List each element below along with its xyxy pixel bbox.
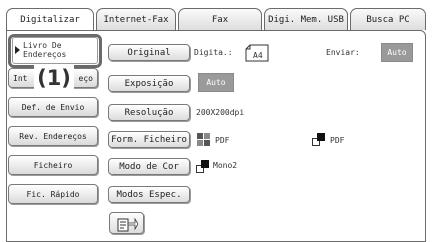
play-icon [15, 46, 20, 54]
tab-fax[interactable]: Fax [178, 8, 262, 30]
exposicao-value: Auto [198, 73, 234, 92]
enviar-label: Enviar: [326, 48, 360, 57]
tab-internet-fax[interactable]: Internet-Fax [96, 8, 176, 30]
mono-color-mode-icon [196, 160, 209, 173]
callout-label: (1) [37, 66, 71, 90]
address-book-label-line1: Livro De [23, 41, 62, 50]
color-grid-icon [197, 133, 210, 146]
modo-cor-button[interactable]: Modo de Cor [108, 158, 190, 175]
sidebar-item-rev-enderecos[interactable]: Rev. Endereços [8, 126, 98, 146]
enviar-value: Auto [381, 43, 413, 62]
tab-busca-pc[interactable]: Busca PC [350, 8, 426, 30]
sidebar-item-int-left: Int [13, 73, 28, 83]
modos-espec-button[interactable]: Modos Espec. [108, 186, 190, 203]
document-send-icon [117, 217, 138, 232]
exposicao-button[interactable]: Exposição [108, 75, 190, 92]
form-ficheiro-button[interactable]: Form. Ficheiro [108, 131, 190, 148]
mono-icon [312, 133, 325, 146]
resolucao-button[interactable]: Resolução [108, 104, 190, 121]
resolucao-value: 200X200dpi [196, 108, 245, 117]
address-book-button[interactable]: Livro De Endereços [12, 37, 98, 64]
tab-digi-mem-usb[interactable]: Digi. Mem. USB [264, 8, 348, 30]
send-settings-button[interactable] [109, 212, 144, 234]
sidebar-item-ficheiro[interactable]: Ficheiro [8, 155, 98, 175]
original-button[interactable]: Original [108, 44, 190, 61]
sidebar-item-def-envio[interactable]: Def. de Envio [8, 97, 98, 117]
paper-size-value: A4 [253, 51, 263, 60]
sidebar-item-fic-rapido[interactable]: Fic. Rápido [8, 184, 98, 204]
address-book-label-line2: Endereços [23, 50, 67, 59]
digita-label: Digita.: [194, 48, 233, 57]
format-mono-value: PDF [330, 136, 345, 145]
format-color-value: PDF [215, 136, 230, 145]
modo-cor-value: Mono2 [213, 161, 238, 170]
sidebar-item-int-right: eço [78, 73, 93, 83]
tab-digitalizar[interactable]: Digitalizar [6, 8, 94, 31]
